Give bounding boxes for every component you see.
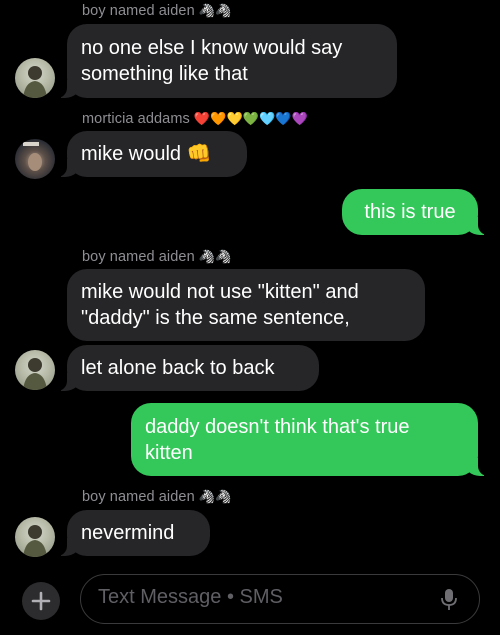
message-line: daddy doesn't think that's true: [145, 415, 410, 438]
person-photo-icon: [23, 142, 42, 171]
message-bubble-incoming[interactable]: nevermind: [55, 510, 210, 556]
message-bubble-outgoing[interactable]: daddy doesn't think that's true kitten: [131, 403, 490, 476]
person-photo-icon: [23, 525, 47, 557]
message-line: let alone back to back: [81, 357, 275, 379]
message-bubble-incoming[interactable]: no one else I know would say something l…: [55, 24, 397, 98]
message-line: kitten: [145, 441, 193, 464]
sender-name: boy named aiden 🦓🦓: [82, 489, 232, 505]
sender-emoji: 🦓🦓: [198, 249, 232, 265]
avatar[interactable]: [15, 350, 55, 390]
sender-emoji: 🦓🦓: [198, 3, 232, 19]
message-input[interactable]: Text Message • SMS: [80, 574, 480, 624]
add-attachment-button[interactable]: [22, 582, 60, 620]
message-line: "daddy" is the same sentence,: [81, 307, 350, 329]
avatar[interactable]: [15, 139, 55, 179]
message-input-placeholder: Text Message • SMS: [98, 586, 283, 608]
message-bubble-incoming[interactable]: let alone back to back: [55, 345, 319, 391]
sender-name: boy named aiden 🦓🦓: [82, 249, 232, 265]
person-photo-icon: [23, 66, 47, 98]
message-line: nevermind: [81, 522, 175, 544]
message-line: mike would not use "kitten" and: [81, 281, 359, 303]
message-line: no one else I know would say: [81, 37, 343, 59]
message-bubble-incoming[interactable]: mike would 👊: [55, 131, 247, 177]
sender-name: morticia addams ❤️🧡💛💚🩵💙💜: [82, 111, 308, 127]
plus-icon: [31, 591, 51, 611]
message-line: something like that: [81, 63, 248, 85]
person-photo-icon: [23, 358, 47, 390]
avatar[interactable]: [15, 517, 55, 557]
message-line: mike would 👊: [81, 143, 212, 165]
sender-emoji: ❤️🧡💛💚🩵💙💜: [193, 111, 308, 127]
message-bubble-incoming[interactable]: mike would not use "kitten" and "daddy" …: [67, 269, 425, 341]
message-bubble-outgoing[interactable]: this is true: [342, 189, 490, 235]
sender-name: boy named aiden 🦓🦓: [82, 3, 232, 19]
message-line: this is true: [364, 201, 456, 223]
avatar[interactable]: [15, 58, 55, 98]
microphone-icon[interactable]: [439, 588, 459, 612]
sender-emoji: 🦓🦓: [198, 489, 232, 505]
